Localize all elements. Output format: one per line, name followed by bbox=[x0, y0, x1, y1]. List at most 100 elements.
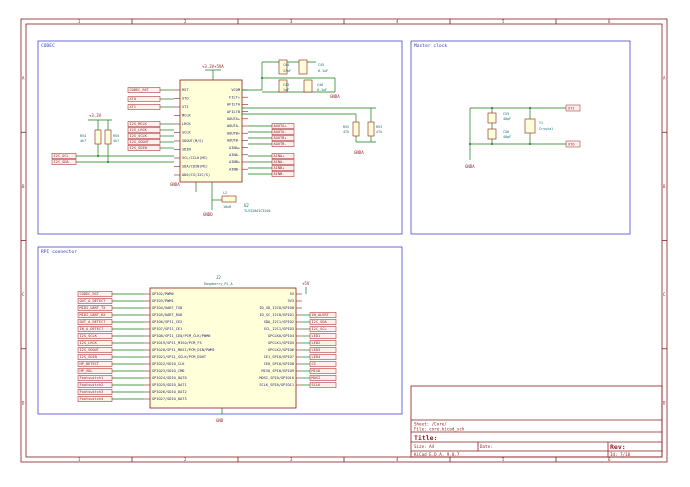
rpi-left-pin-label-gpio7-spi1-ce1: GPIO7/SPI1_CE1 bbox=[152, 327, 182, 331]
r52-value: 47k bbox=[343, 130, 349, 134]
rpi-left-pin-label-gpio26-sdio-dat2: GPIO26/SDIO_DAT2 bbox=[152, 390, 187, 394]
capacitor-c56[interactable] bbox=[487, 128, 497, 140]
date-label: Date: bbox=[480, 444, 493, 449]
codec-ic-gnd2: GNDD bbox=[203, 212, 213, 217]
codec-pin-label-aoutb: AOUTB+ bbox=[227, 131, 241, 135]
rpi-right-pin-label-3v3: 3V3 bbox=[288, 299, 295, 303]
codec-net-label-i2s-sdin: I2S_SDIN bbox=[130, 146, 147, 150]
rev-label: Rev: bbox=[610, 443, 626, 451]
frame-col-bottom-4: 4 bbox=[396, 457, 399, 462]
rpi-left-pin-label-gpio2-pwm0: GPIO2/PWM0 bbox=[152, 292, 174, 296]
codec-pin-label-ainb: AINB- bbox=[229, 167, 240, 171]
r54-value: 4k7 bbox=[80, 139, 86, 143]
codec-bus-nets: I2C_SCL I2C_SDA bbox=[51, 153, 174, 165]
codec-pin-label-xto: XTO bbox=[182, 97, 189, 101]
frame-row-left-A: A bbox=[22, 76, 25, 81]
codec-pin-label-lrck: LRCK bbox=[182, 122, 191, 126]
rpi-ref: J2 bbox=[216, 275, 221, 280]
codec-out-net-label-aina: AINA- bbox=[274, 160, 285, 164]
rpi-left-net-label-5-in-a-detect: IN_A_DETECT bbox=[80, 327, 105, 331]
codec-net-label-i2s-sdout: I2S_SDOUT bbox=[130, 140, 150, 144]
frame-col-top-3: 3 bbox=[290, 19, 293, 24]
frame-col-top-5: 5 bbox=[502, 19, 505, 24]
rpi-right-net-label-cs: CS bbox=[312, 362, 316, 366]
codec-out-net-label-aoutb: AOUTB- bbox=[274, 142, 287, 146]
codec-net-label-codec-rst: CODEC_RST bbox=[130, 88, 150, 92]
rpi-right-pin-label-sda-i2c1-gpio2: SDA_I2C1/GPIO2 bbox=[264, 320, 294, 324]
frame-row-right-B: B bbox=[663, 184, 666, 189]
capacitor-c46[interactable] bbox=[303, 79, 313, 93]
rpi-right-pin-label-mosi-spi0-gpio10: MOSI_SPI0/GPIO10 bbox=[259, 376, 294, 380]
rpi-right-net-label-led4: LED4 bbox=[312, 355, 321, 359]
l2-value: 10uH bbox=[223, 205, 231, 209]
r53-value: 47k bbox=[376, 130, 382, 134]
rpi-left-nets: CODEC_RST OUT_A_DETECT MIDI_UART_TX MIDI_UA… bbox=[77, 291, 144, 402]
codec-pin-label-rst: RST bbox=[182, 88, 189, 92]
rpi-left-net-label-0-codec-rst: CODEC_RST bbox=[80, 292, 100, 296]
rpi-right-net-label-led3: LED3 bbox=[312, 348, 321, 352]
codec-ic-gnd: GNDA bbox=[170, 182, 180, 187]
rpi-left-net-label-14-footswitch3: Footswitch3 bbox=[80, 390, 104, 394]
resistor-r52[interactable] bbox=[352, 121, 360, 137]
title-label: Title: bbox=[414, 434, 437, 442]
codec-pin-label-mclk: MCLK bbox=[182, 114, 191, 118]
r52-ref: R52 bbox=[343, 125, 349, 129]
inductor-l2[interactable] bbox=[221, 195, 237, 203]
rpi-left-pin-label-gpio24-sdio-dat0: GPIO24/SDIO_DAT0 bbox=[152, 376, 187, 380]
capacitor-c55[interactable] bbox=[487, 112, 497, 124]
rpi-left-net-label-8-i2s-sdout: I2S_SDOUT bbox=[80, 348, 100, 352]
frame-col-top-1: 1 bbox=[78, 19, 81, 24]
rpi-right-net-label-sclk: SCLK bbox=[312, 383, 321, 387]
frame-col-bottom-2: 2 bbox=[184, 457, 187, 462]
codec-pin-label-aoutb: AOUTB- bbox=[227, 139, 240, 143]
codec-pin-label-filt: FILT+ bbox=[229, 95, 241, 99]
c43-ref: C43 bbox=[283, 83, 289, 87]
rpi-left-net-label-2-midi-uart-tx: MIDI_UART_TX bbox=[80, 306, 107, 310]
codec-pin-label-ad0-cs-i2c-s: AD0/CS(I2C/S) bbox=[182, 173, 210, 177]
rpi-right-net-label-i2c-scl: I2C_SCL bbox=[312, 327, 327, 331]
resistor-r53[interactable] bbox=[367, 121, 375, 137]
frame-col-bottom-5: 5 bbox=[502, 457, 505, 462]
rpi-value: Raspberry_Pi_A bbox=[204, 282, 233, 286]
master-clock-block[interactable] bbox=[410, 40, 631, 235]
rpi-right-pin-label-gpclk0-gpio4: GPCLK0/GPIO4 bbox=[268, 334, 294, 338]
rpi-right-pin-label-id-sd-i2c0-gpio0: ID_SD_I2C0/GPIO0 bbox=[259, 306, 294, 310]
codec-pin-label-aouta: AOUTA- bbox=[227, 124, 240, 128]
crystal-y1[interactable] bbox=[524, 118, 536, 134]
c45-ref: C45 bbox=[318, 63, 324, 67]
codec-net-label-i2s-lrck: I2S_LRCK bbox=[130, 128, 148, 132]
codec-net-label-xto: XTO bbox=[130, 97, 137, 101]
resistor-r54[interactable] bbox=[94, 129, 102, 145]
frame-col-bottom-1: 1 bbox=[78, 457, 81, 462]
frame-col-bottom-6: 6 bbox=[608, 457, 611, 462]
codec-out-net-label-aouta: AOUTA- bbox=[274, 130, 287, 134]
codec-value: TLV320AIC3204 bbox=[244, 209, 271, 213]
rpi-left-net-label-10-hp-detect: HP_DETECT bbox=[80, 362, 100, 366]
frame-row-left-C: C bbox=[22, 292, 25, 297]
rpi-left-net-label-4-out-a-detect: OUT_A_DETECT bbox=[80, 320, 107, 324]
rpi-right-pin-label-gpclk2-gpio6: GPCLK2/GPIO6 bbox=[268, 348, 294, 352]
codec-out-net-label-aoutb: AOUTB+ bbox=[274, 136, 288, 140]
master-clock-block-title: Master clock bbox=[414, 43, 447, 49]
c44-ref: C44 bbox=[283, 63, 289, 67]
c43-value: 1uF bbox=[283, 88, 289, 92]
capacitor-c45[interactable] bbox=[298, 59, 308, 75]
c55-ref: C55 bbox=[503, 112, 509, 116]
frame-row-right-C: C bbox=[663, 292, 666, 297]
outer-frame bbox=[20, 18, 668, 463]
resistor-r55[interactable] bbox=[104, 129, 112, 145]
frame-row-right-D: D bbox=[663, 400, 666, 405]
rpi-section: J2 Raspberry_Pi_A +5V GND GPIO2/PWM0 GPIO… bbox=[77, 275, 337, 423]
rpi-connector-block-title: RPI connector bbox=[41, 249, 77, 255]
c46-ref: C46 bbox=[317, 83, 323, 87]
codec-net-label-i2s-sclk: I2S_SCLK bbox=[130, 134, 148, 138]
rpi-left-net-label-11-hp-vol: HP_VOL bbox=[80, 369, 93, 373]
c56-value: 40pF bbox=[503, 135, 511, 139]
codec-ref: U2 bbox=[244, 203, 249, 208]
rpi-right-net-label-led2: LED2 bbox=[312, 341, 321, 345]
codec-pin-label-xti: XTI bbox=[182, 105, 189, 109]
codec-net-label-i2s-mclk: I2S_MCLK bbox=[130, 122, 148, 126]
title-block: Sheet: /Core/ File: core.kicad_sch Title… bbox=[410, 385, 663, 458]
rpi-5v-rail: +5V bbox=[302, 281, 310, 286]
rpi-left-net-label-7-i2s-lrck: I2S_LRCK bbox=[80, 341, 98, 345]
